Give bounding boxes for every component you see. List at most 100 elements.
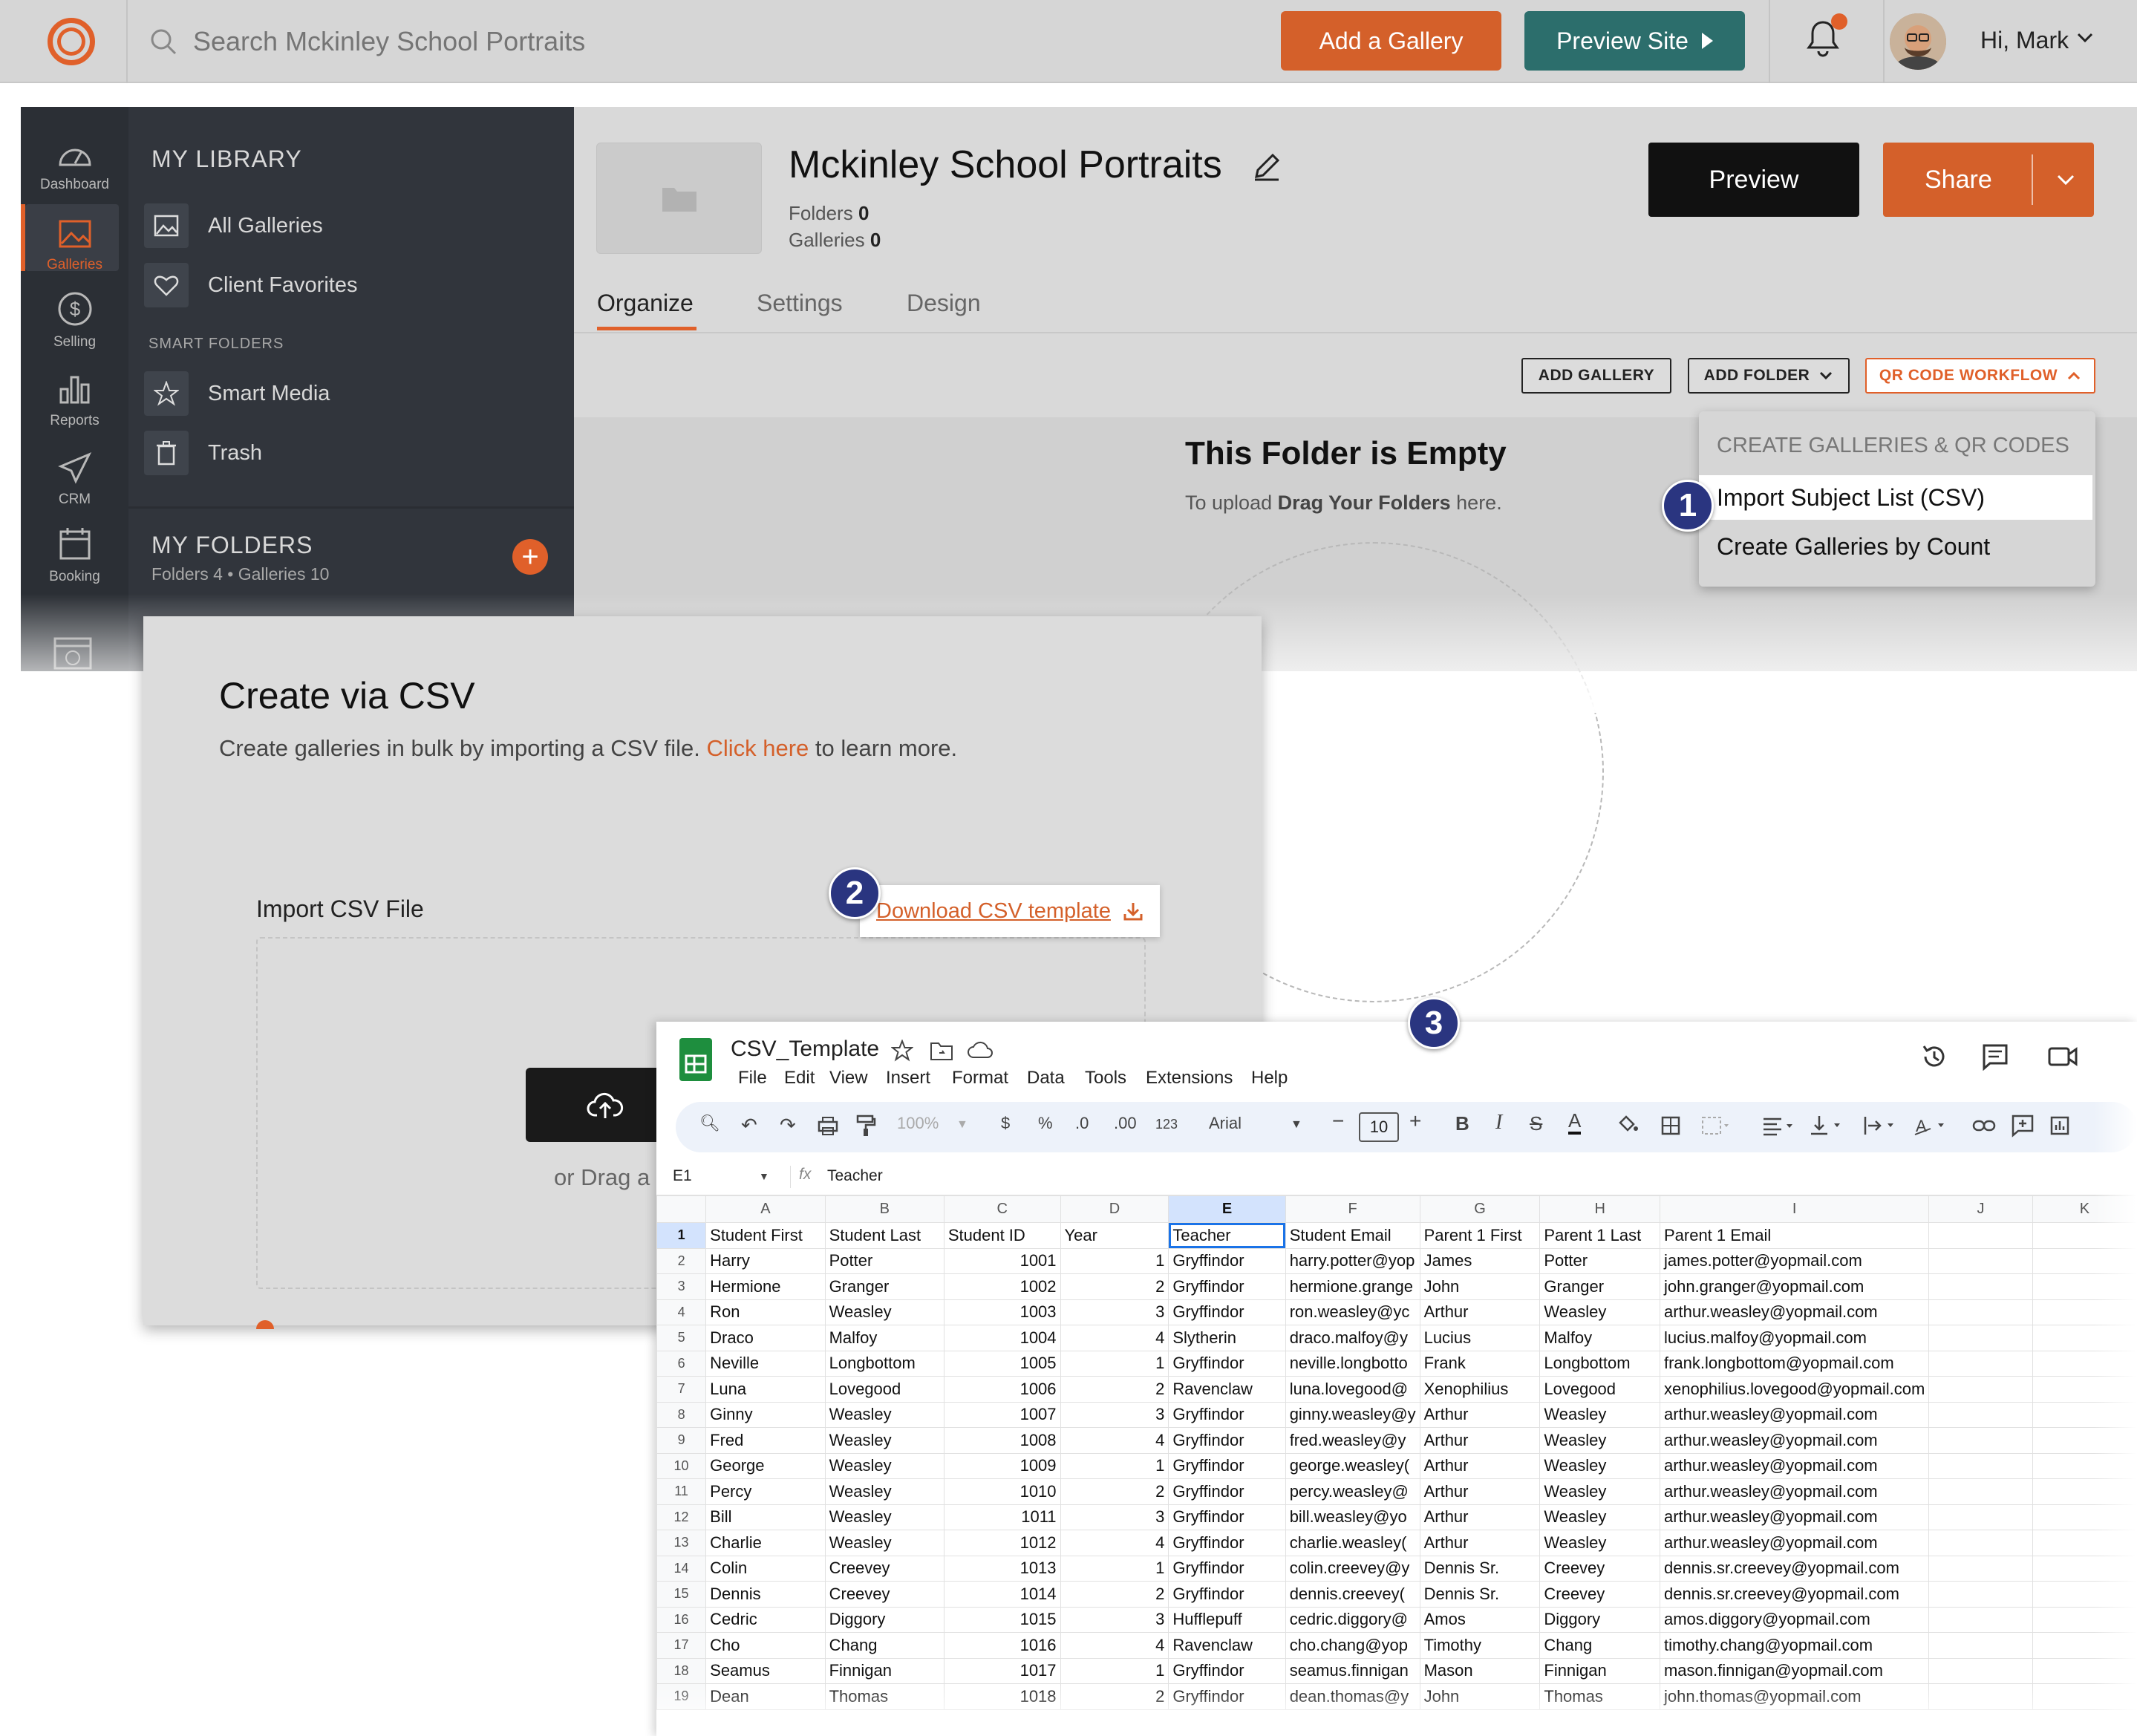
cell[interactable]: Parent 1 Last (1539, 1222, 1660, 1249)
row-header[interactable]: 13 (656, 1530, 707, 1556)
cell[interactable]: colin.creevey@y (1285, 1555, 1420, 1582)
add-folder-small-button[interactable]: ADD FOLDER (1688, 358, 1850, 394)
cell[interactable]: Longbottom (824, 1350, 944, 1377)
column-header-h[interactable]: H (1539, 1195, 1660, 1223)
cell[interactable]: 2 (1060, 1273, 1169, 1300)
italic-icon[interactable]: I (1495, 1111, 1502, 1135)
cell[interactable]: Gryffindor (1168, 1478, 1286, 1505)
cell[interactable]: Student First (705, 1222, 826, 1249)
cell[interactable]: lucius.malfoy@yopmail.com (1659, 1325, 1930, 1351)
row-header[interactable]: 17 (656, 1632, 707, 1659)
cell[interactable] (1928, 1273, 2033, 1300)
move-folder-icon[interactable] (930, 1040, 953, 1062)
font-select[interactable]: Arial (1209, 1114, 1242, 1133)
insert-chart-icon[interactable] (2049, 1115, 2070, 1136)
cell[interactable]: 4 (1060, 1325, 1169, 1351)
column-header-a[interactable]: A (705, 1195, 826, 1223)
cell[interactable]: Dennis Sr. (1419, 1555, 1541, 1582)
cell[interactable]: Hufflepuff (1168, 1606, 1286, 1633)
cell[interactable]: Weasley (824, 1299, 944, 1325)
cell[interactable]: Arthur (1419, 1504, 1541, 1530)
cell[interactable]: Weasley (1539, 1427, 1660, 1454)
row-header[interactable]: 1 (656, 1222, 707, 1249)
cell[interactable]: dennis.creevey( (1285, 1581, 1420, 1608)
library-item-client-favorites[interactable]: Client Favorites (144, 261, 357, 309)
cell[interactable] (1928, 1555, 2033, 1582)
row-header[interactable]: 11 (656, 1478, 707, 1505)
menu-help[interactable]: Help (1251, 1068, 1288, 1089)
rail-item-booking[interactable]: Booking (21, 511, 128, 585)
cell[interactable]: Weasley (824, 1530, 944, 1556)
cell[interactable] (1928, 1581, 2033, 1608)
row-header[interactable]: 12 (656, 1504, 707, 1530)
cell[interactable]: 1 (1060, 1452, 1169, 1479)
cell[interactable]: 3 (1060, 1504, 1169, 1530)
cell[interactable]: Diggory (1539, 1606, 1660, 1633)
download-csv-template-link[interactable]: Download CSV template (860, 885, 1160, 937)
redo-icon[interactable]: ↷ (780, 1114, 796, 1137)
row-header[interactable]: 4 (656, 1299, 707, 1325)
cell[interactable]: Ginny (705, 1401, 826, 1428)
cell[interactable]: draco.malfoy@y (1285, 1325, 1420, 1351)
cell[interactable]: 3 (1060, 1606, 1169, 1633)
cell[interactable]: Arthur (1419, 1401, 1541, 1428)
cell[interactable]: Creevey (824, 1555, 944, 1582)
fill-color-icon[interactable] (1616, 1112, 1640, 1136)
cell[interactable]: Dennis (705, 1581, 826, 1608)
search-input[interactable] (193, 18, 861, 65)
rail-item-reports[interactable]: Reports (21, 355, 128, 429)
cell[interactable]: Parent 1 Email (1659, 1222, 1930, 1249)
cell[interactable]: 1004 (943, 1325, 1061, 1351)
cell[interactable]: Luna (705, 1376, 826, 1403)
print-icon[interactable] (817, 1115, 839, 1136)
cell[interactable]: james.potter@yopmail.com (1659, 1247, 1930, 1274)
cell[interactable]: 1 (1060, 1350, 1169, 1377)
cell[interactable]: Granger (1539, 1273, 1660, 1300)
cell[interactable]: 1007 (943, 1401, 1061, 1428)
cell[interactable]: Timothy (1419, 1632, 1541, 1659)
cell[interactable]: percy.weasley@ (1285, 1478, 1420, 1505)
cell[interactable]: 1008 (943, 1427, 1061, 1454)
row-header[interactable]: 10 (656, 1452, 707, 1479)
add-gallery-button[interactable]: Add a Gallery (1281, 11, 1501, 71)
chevron-down-icon[interactable] (2054, 168, 2078, 192)
column-header-j[interactable]: J (1928, 1195, 2033, 1223)
cell[interactable] (1928, 1632, 2033, 1659)
avatar[interactable] (1890, 13, 1946, 70)
cell[interactable]: Gryffindor (1168, 1299, 1286, 1325)
cell[interactable]: dennis.sr.creevey@yopmail.com (1659, 1555, 1930, 1582)
percent-format-button[interactable]: % (1038, 1114, 1053, 1133)
cell[interactable]: mason.finnigan@yopmail.com (1659, 1657, 1930, 1684)
row-header[interactable]: 2 (656, 1247, 707, 1274)
cell[interactable]: Slytherin (1168, 1325, 1286, 1351)
cell[interactable]: 1016 (943, 1632, 1061, 1659)
cell[interactable]: Gryffindor (1168, 1530, 1286, 1556)
text-rotation-icon[interactable]: A (1913, 1114, 1947, 1138)
cell[interactable]: Gryffindor (1168, 1401, 1286, 1428)
cell[interactable]: arthur.weasley@yopmail.com (1659, 1401, 1930, 1428)
decrease-font-size-button[interactable]: − (1332, 1109, 1344, 1133)
row-header[interactable]: 9 (656, 1427, 707, 1454)
cell[interactable]: Year (1060, 1222, 1169, 1249)
cell[interactable]: 4 (1060, 1427, 1169, 1454)
cell[interactable]: Ron (705, 1299, 826, 1325)
menu-edit[interactable]: Edit (784, 1068, 815, 1089)
cell[interactable]: Weasley (1539, 1401, 1660, 1428)
cell[interactable]: Xenophilius (1419, 1376, 1541, 1403)
cell[interactable]: Ravenclaw (1168, 1376, 1286, 1403)
rail-item-crm[interactable]: CRM (21, 434, 128, 508)
link-icon[interactable] (1972, 1117, 1996, 1135)
library-item-trash[interactable]: Trash (144, 429, 262, 477)
cell[interactable]: Weasley (824, 1401, 944, 1428)
cell[interactable]: Chang (1539, 1632, 1660, 1659)
star-icon[interactable] (891, 1040, 913, 1062)
cell[interactable]: Weasley (1539, 1452, 1660, 1479)
cell[interactable]: Lovegood (824, 1376, 944, 1403)
text-wrapping-icon[interactable] (1862, 1114, 1896, 1138)
cell[interactable]: arthur.weasley@yopmail.com (1659, 1299, 1930, 1325)
cell[interactable]: amos.diggory@yopmail.com (1659, 1606, 1930, 1633)
insert-comment-icon[interactable] (2011, 1114, 2035, 1138)
cell[interactable]: charlie.weasley( (1285, 1530, 1420, 1556)
cell[interactable]: Granger (824, 1273, 944, 1300)
cell[interactable]: Arthur (1419, 1530, 1541, 1556)
